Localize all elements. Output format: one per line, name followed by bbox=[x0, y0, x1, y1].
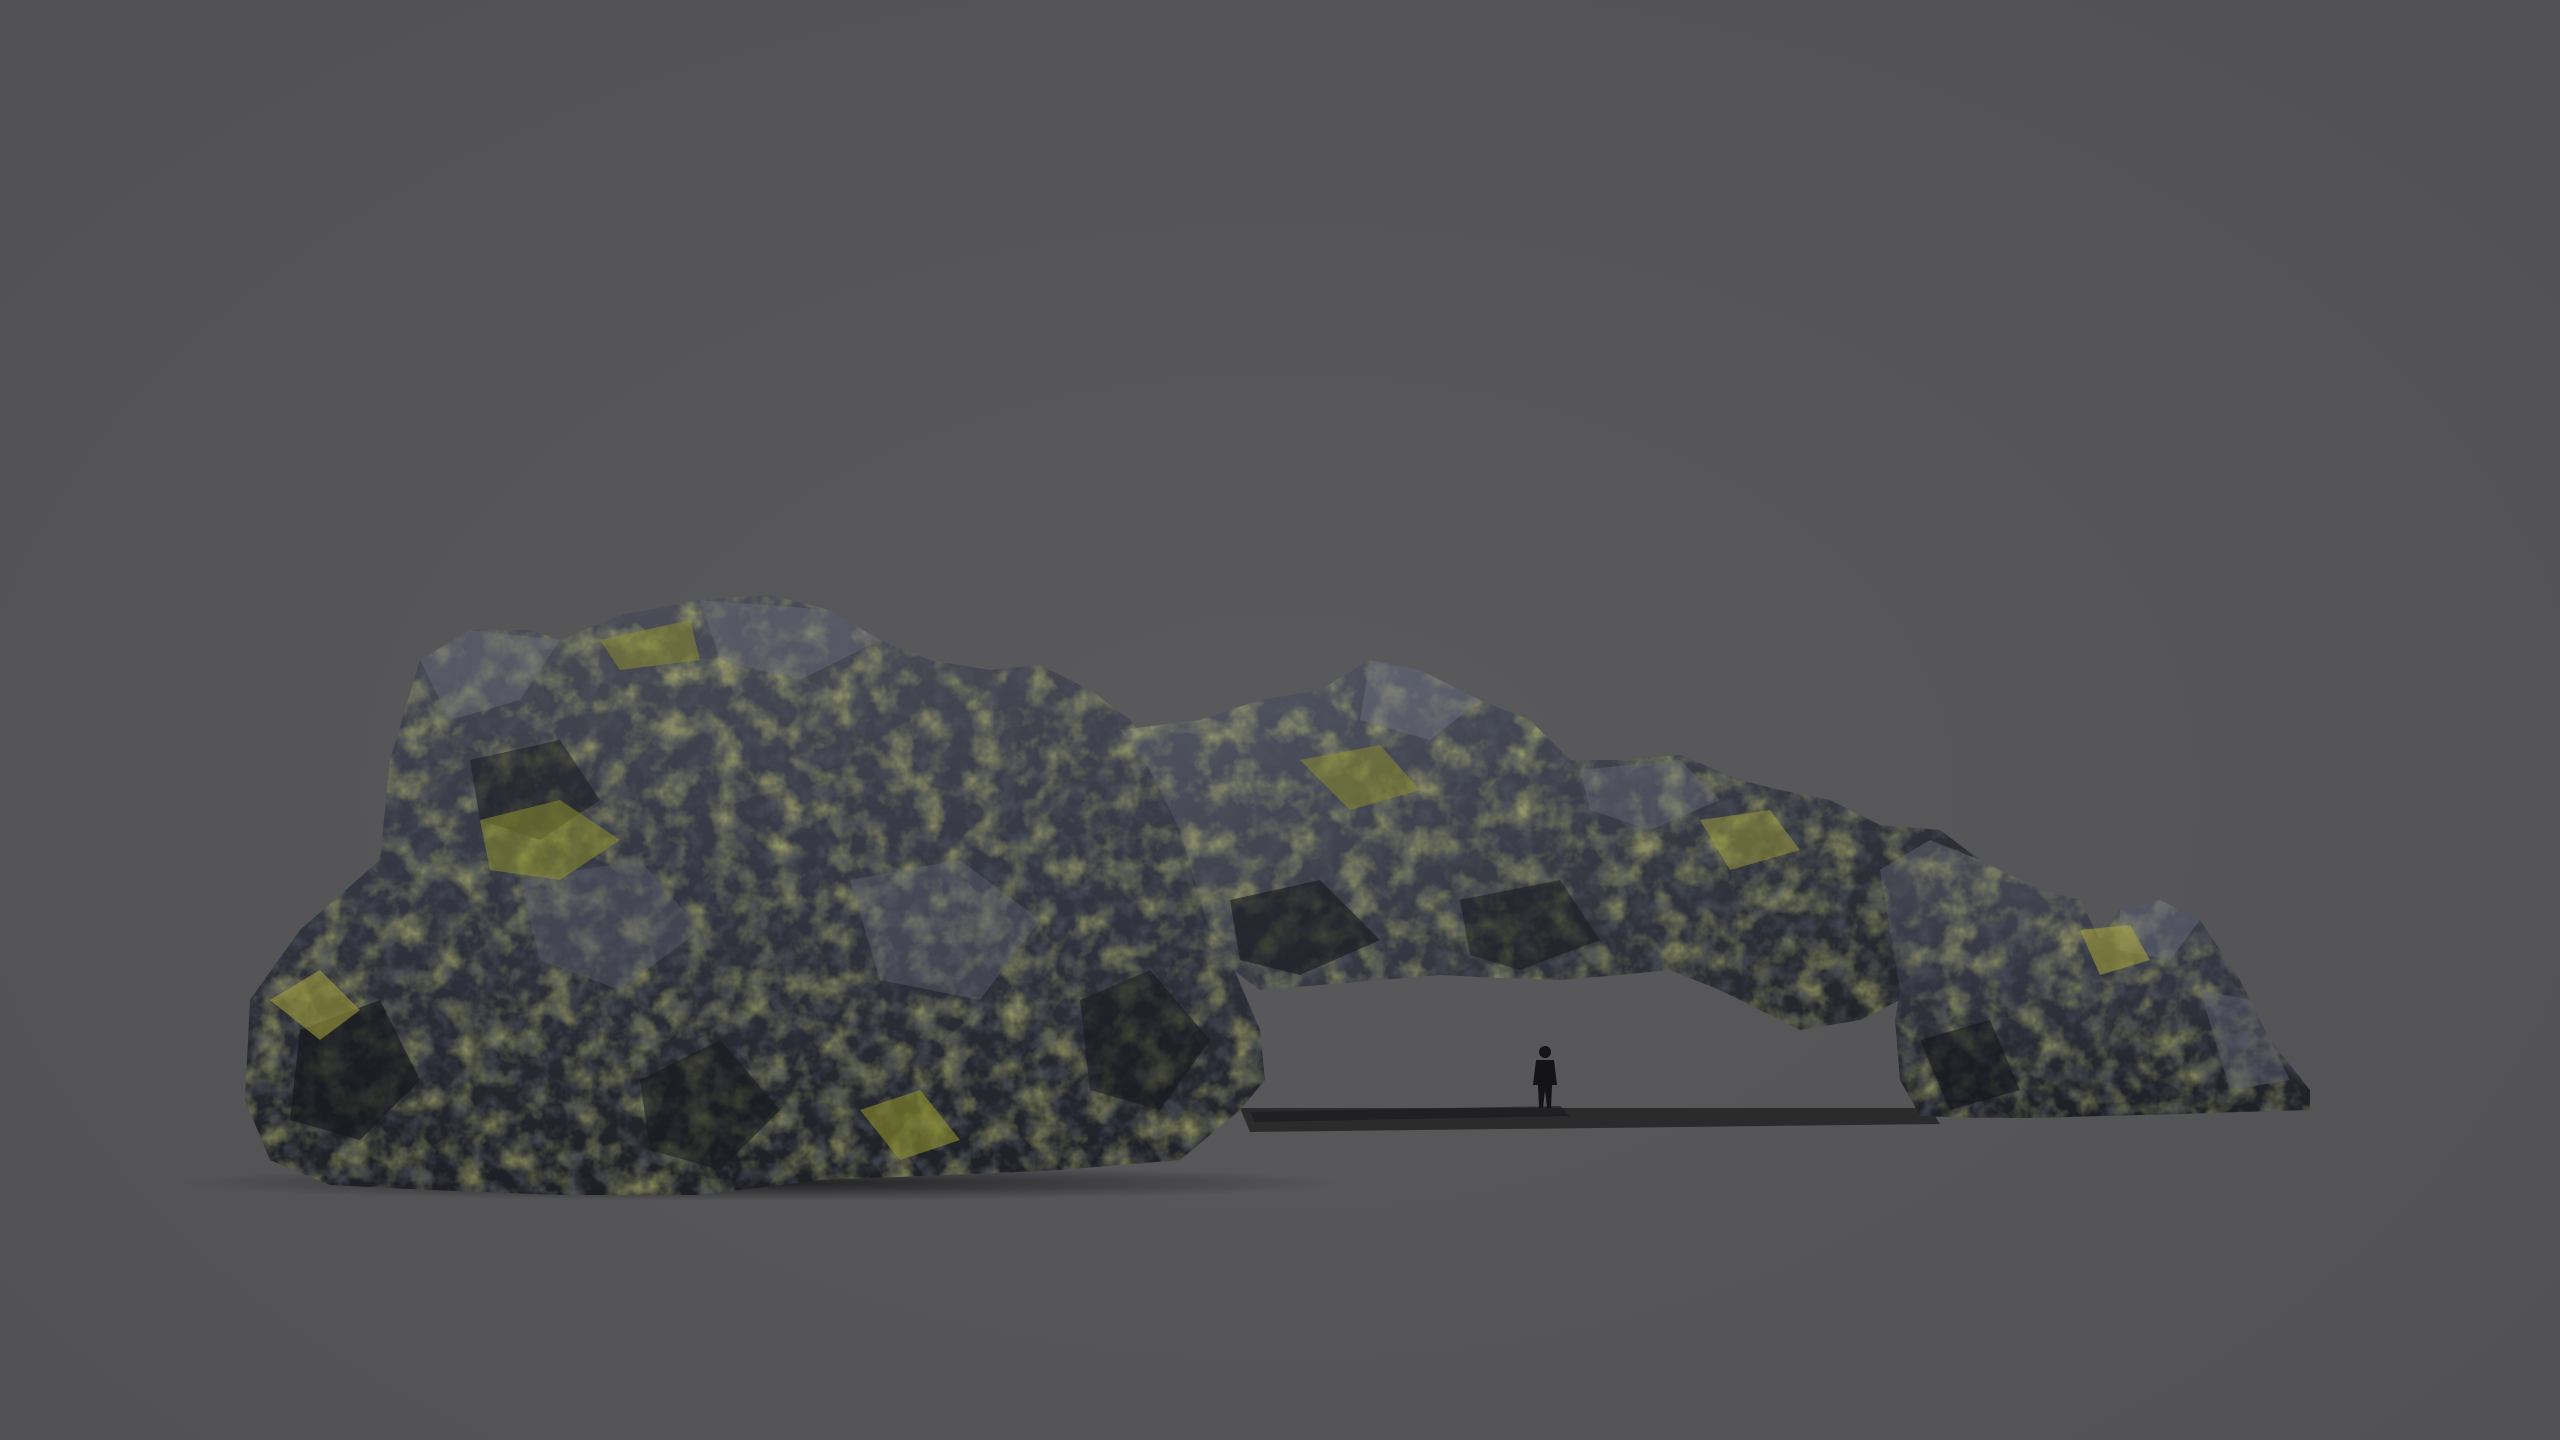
render-viewport bbox=[0, 0, 2560, 1440]
rock-arch-scene bbox=[180, 595, 2310, 1201]
left-boulder bbox=[245, 595, 1265, 1195]
arch-span bbox=[1120, 660, 2000, 1030]
right-leg bbox=[1880, 840, 2310, 1118]
human-silhouette bbox=[1533, 1046, 1557, 1108]
